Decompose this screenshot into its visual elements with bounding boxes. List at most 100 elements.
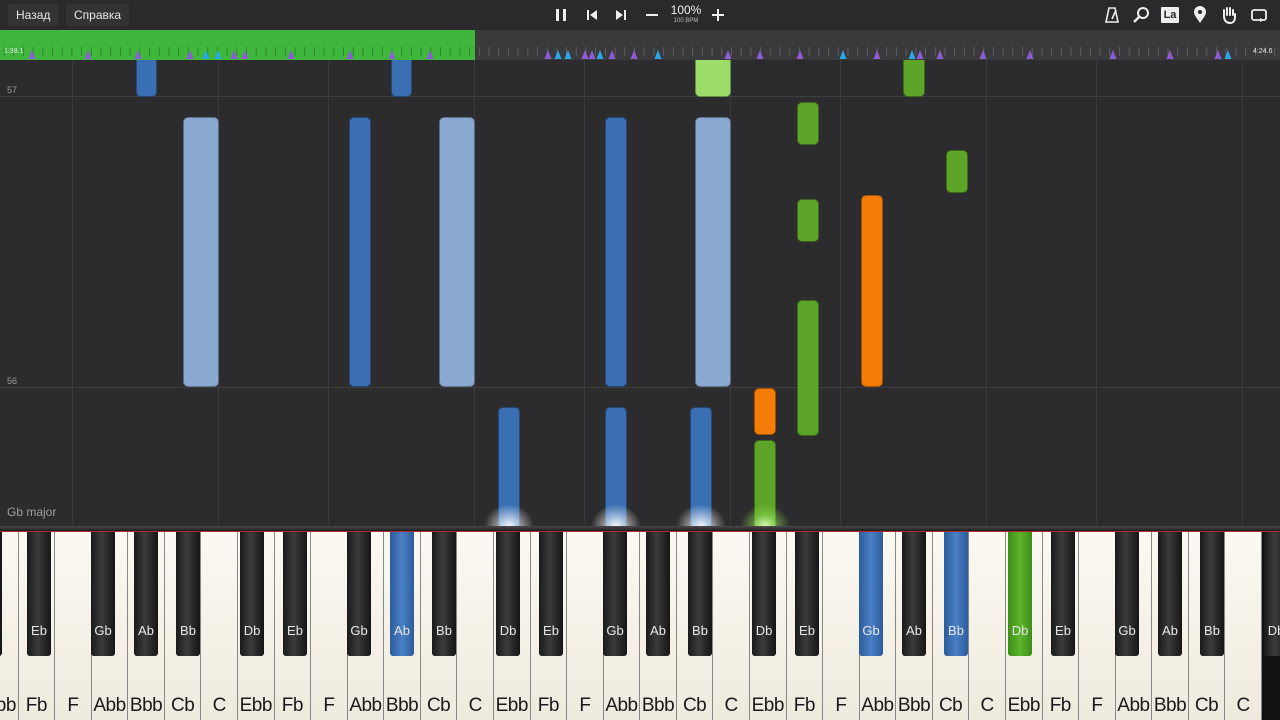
black-key-label: Bb: [436, 623, 452, 638]
timeline-marker: [1109, 50, 1117, 59]
back-button[interactable]: Назад: [8, 4, 59, 26]
skip-forward-icon[interactable]: [611, 5, 631, 25]
black-key-label: Eb: [1055, 623, 1071, 638]
white-key-label: C: [1236, 695, 1251, 716]
piano-black-key[interactable]: Eb: [795, 532, 819, 656]
piano-keyboard[interactable]: EbbFbFAbbBbbCbCEbbFbFAbbBbbCbCEbbFbFAbbB…: [0, 532, 1280, 720]
timeline-scrubber[interactable]: 1:38.1 4:24.6: [0, 30, 1280, 60]
black-key-label: Ab: [138, 623, 154, 638]
timeline-marker: [214, 50, 222, 59]
timeline-marker: [630, 50, 638, 59]
black-key-label: Ab: [1162, 623, 1178, 638]
timeline-marker: [936, 50, 944, 59]
note-block: [797, 300, 819, 436]
black-key-label: Bb: [1204, 623, 1220, 638]
piano-white-key[interactable]: C: [1225, 532, 1262, 720]
timeline-marker: [654, 50, 662, 59]
black-key-label: Db: [243, 623, 261, 638]
label-icon[interactable]: La: [1160, 5, 1180, 25]
timeline-marker: [724, 50, 732, 59]
black-key-label: Bb: [692, 623, 708, 638]
note-block: [695, 60, 731, 97]
piano-white-key[interactable]: C: [713, 532, 750, 720]
black-key-label: Gb: [94, 623, 112, 638]
timeline-marker: [979, 50, 987, 59]
note-block: [946, 150, 968, 193]
measure-label: 56: [7, 376, 18, 386]
piano-white-key[interactable]: C: [969, 532, 1006, 720]
piano-black-key[interactable]: Bb: [944, 532, 968, 656]
loop-icon[interactable]: [1249, 5, 1269, 25]
piano-black-key[interactable]: Eb: [539, 532, 563, 656]
black-key-label: Eb: [799, 623, 815, 638]
piano-roll[interactable]: 57 56 Gb major: [0, 60, 1280, 526]
search-icon[interactable]: [1131, 5, 1151, 25]
timeline-start-time: 1:38.1: [4, 48, 24, 55]
piano-black-key[interactable]: Ab: [390, 532, 414, 656]
piano-black-key[interactable]: Gb: [347, 532, 371, 656]
black-key-label: Eb: [287, 623, 303, 638]
black-key-label: Db: [1267, 623, 1280, 638]
timeline-marker: [134, 50, 142, 59]
piano-black-key[interactable]: Eb: [27, 532, 51, 656]
black-key-label: Eb: [543, 623, 559, 638]
tempo-bpm: 100 BPM: [673, 18, 699, 24]
note-hit-glow: [676, 504, 726, 526]
tempo-decrease-button[interactable]: [642, 5, 662, 25]
piano-black-key[interactable]: Eb: [283, 532, 307, 656]
help-button[interactable]: Справка: [66, 4, 130, 26]
pause-icon[interactable]: [551, 5, 571, 25]
piano-black-key[interactable]: Gb: [1115, 532, 1139, 656]
note-block: [605, 117, 627, 387]
piano-black-key[interactable]: Bb: [1200, 532, 1224, 656]
black-key-label: Ab: [906, 623, 922, 638]
piano-black-key[interactable]: Gb: [603, 532, 627, 656]
timeline-markers: [3, 47, 1276, 59]
marker-icon[interactable]: [1190, 5, 1210, 25]
piano-black-key[interactable]: Db: [1008, 532, 1032, 656]
black-key-label: Gb: [862, 623, 880, 638]
piano-white-key[interactable]: C: [201, 532, 238, 720]
piano-black-key[interactable]: Gb: [91, 532, 115, 656]
black-key-label: Gb: [606, 623, 624, 638]
black-key-label: Db: [499, 623, 517, 638]
note-block: [797, 102, 819, 145]
timeline-marker: [554, 50, 562, 59]
note-block: [861, 195, 883, 387]
key-signature-label: Gb major: [7, 505, 57, 519]
piano-black-key[interactable]: Db: [240, 532, 264, 656]
note-block: [439, 117, 475, 387]
piano-black-key[interactable]: Bb: [432, 532, 456, 656]
note-hit-glow: [484, 504, 534, 526]
timeline-marker: [581, 50, 589, 59]
piano-black-key[interactable]: Db: [1264, 532, 1280, 656]
piano-black-key[interactable]: Eb: [1051, 532, 1075, 656]
piano-black-key[interactable]: Db: [496, 532, 520, 656]
metronome-icon[interactable]: [1102, 5, 1122, 25]
timeline-marker: [186, 50, 194, 59]
black-key-label: Bb: [948, 623, 964, 638]
piano-black-key[interactable]: Db: [752, 532, 776, 656]
piano-black-key[interactable]: Ab: [902, 532, 926, 656]
piano-black-key[interactable]: Ab: [1158, 532, 1182, 656]
black-key-label: Ab: [650, 623, 666, 638]
top-toolbar: Назад Справка 100% 100 BPM La: [0, 0, 1280, 30]
timeline-marker: [84, 50, 92, 59]
hand-icon[interactable]: [1219, 5, 1239, 25]
piano-black-key[interactable]: Db: [0, 532, 2, 656]
timeline-marker: [839, 50, 847, 59]
piano-black-key[interactable]: Gb: [859, 532, 883, 656]
piano-black-key[interactable]: Ab: [134, 532, 158, 656]
skip-back-icon[interactable]: [582, 5, 602, 25]
piano-black-key[interactable]: Ab: [646, 532, 670, 656]
timeline-marker: [756, 50, 764, 59]
timeline-end-time: 4:24.6: [1253, 48, 1273, 55]
piano-white-key[interactable]: C: [457, 532, 494, 720]
piano-black-key[interactable]: Bb: [176, 532, 200, 656]
timeline-marker: [287, 50, 295, 59]
timeline-marker: [426, 50, 434, 59]
timeline-marker: [873, 50, 881, 59]
tempo-increase-button[interactable]: [708, 5, 728, 25]
piano-black-key[interactable]: Bb: [688, 532, 712, 656]
black-key-label: Gb: [350, 623, 368, 638]
